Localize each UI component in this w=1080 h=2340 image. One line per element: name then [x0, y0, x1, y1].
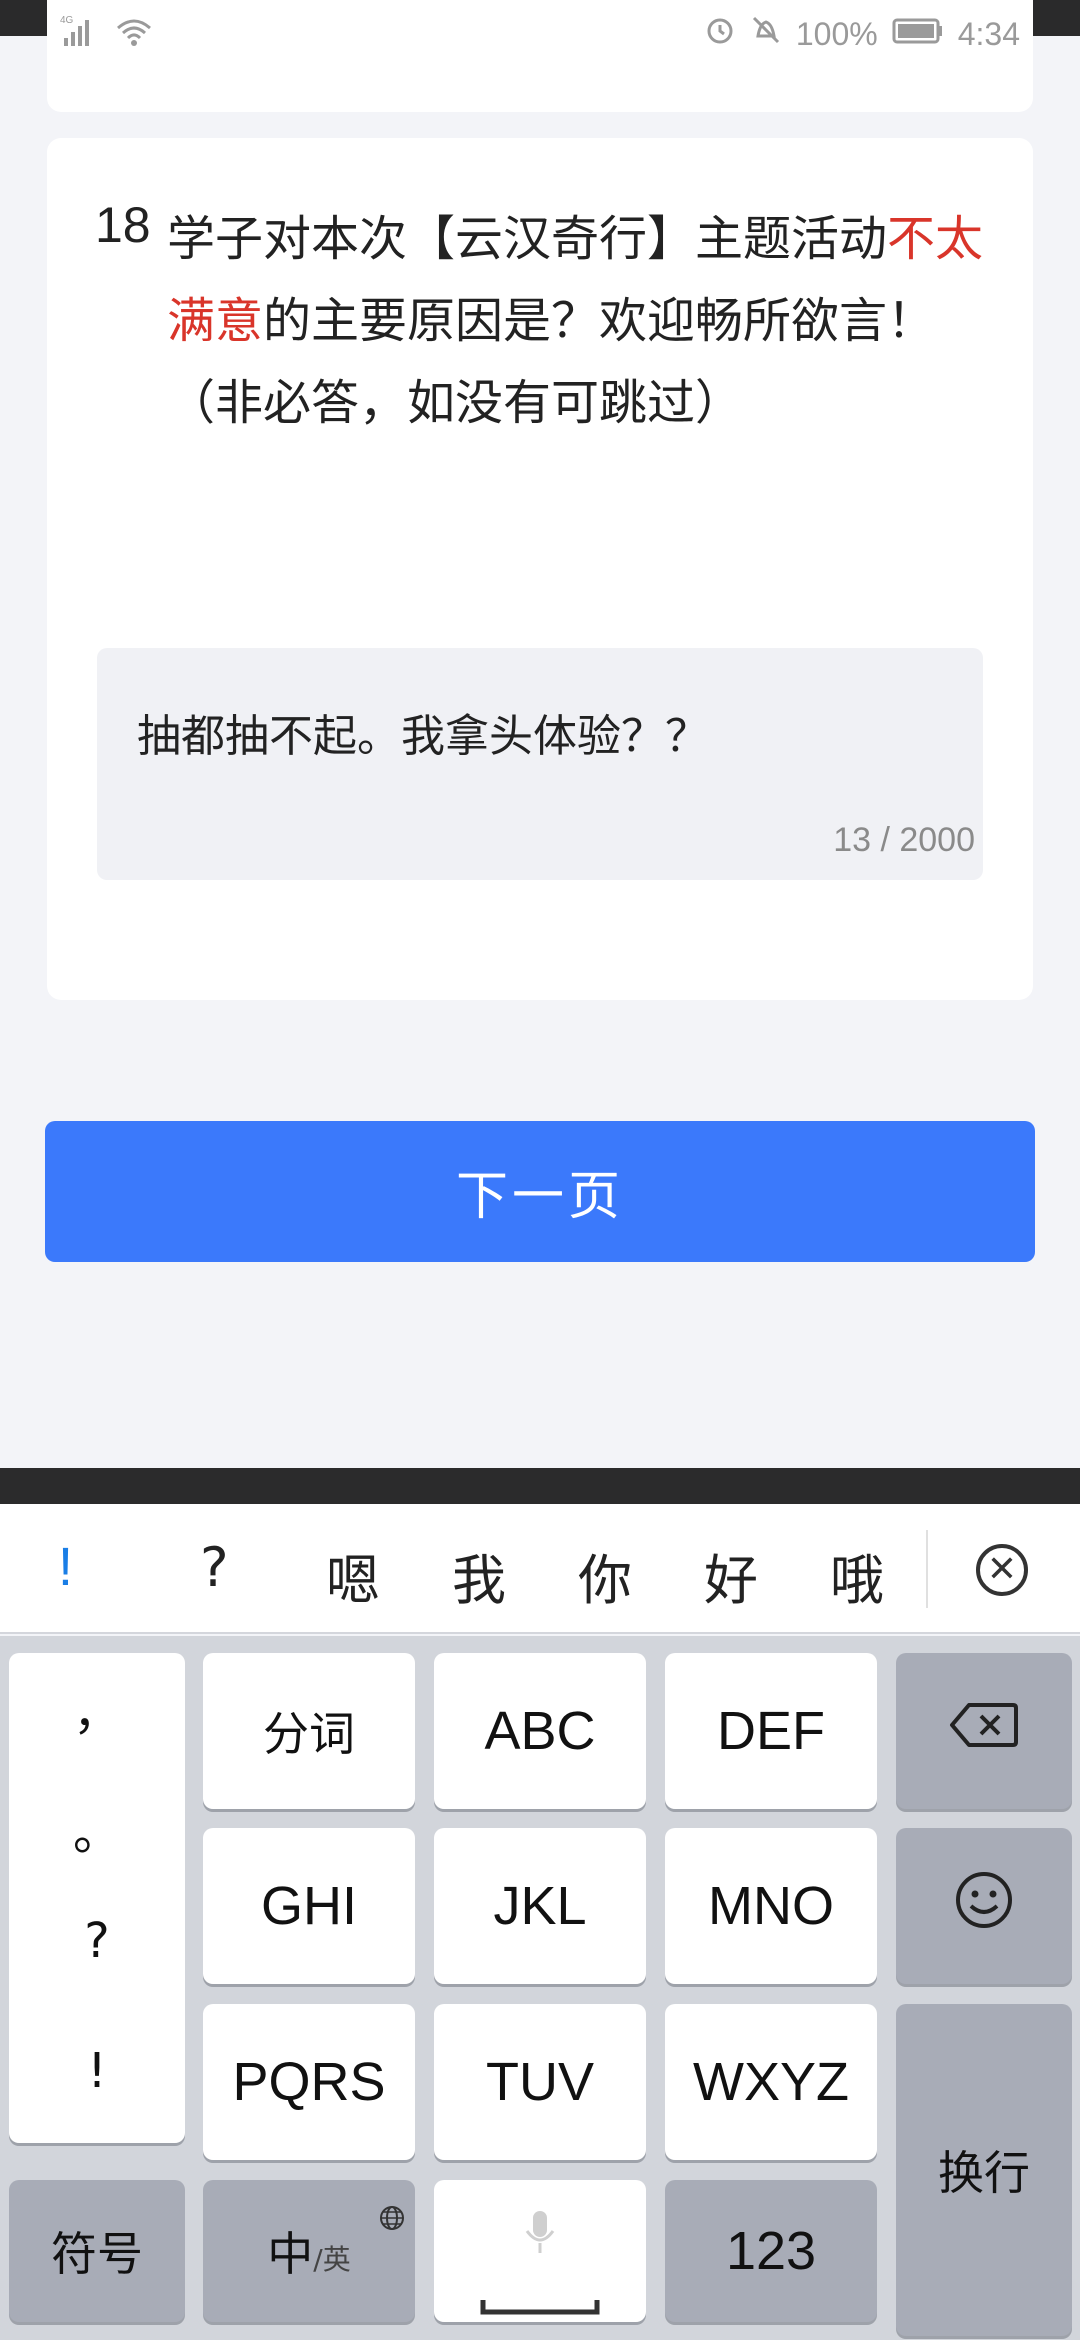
backspace-key[interactable] [896, 1653, 1072, 1809]
candidate-item[interactable]: 嗯 [326, 1536, 380, 1615]
answer-textarea[interactable]: 抽都抽不起。我拿头体验？？ 13 / 2000 [97, 648, 983, 880]
question-title: 学子对本次【云汉奇行】主题活动不太满意的主要原因是？欢迎畅所欲言！（非必答，如没… [167, 198, 987, 444]
key-jkl[interactable]: JKL [434, 1828, 646, 1984]
smiley-icon [954, 1870, 1014, 1943]
lang-main: 中 [267, 2227, 314, 2281]
numbers-key[interactable]: 123 [665, 2180, 877, 2322]
key-wxyz[interactable]: WXYZ [665, 2004, 877, 2160]
enter-key[interactable]: 换行 [896, 2004, 1072, 2336]
space-bar-icon [480, 2268, 600, 2330]
candidate-item[interactable]: 好 [704, 1536, 758, 1615]
backspace-icon [949, 1700, 1019, 1762]
next-page-button[interactable]: 下一页 [45, 1121, 1035, 1262]
punct-exclaim[interactable]: ! [9, 2043, 185, 2099]
signal-icon: 4G [60, 14, 104, 53]
emoji-key[interactable] [896, 1828, 1072, 1984]
punct-comma[interactable]: ， [9, 1673, 185, 1743]
char-counter: 13 / 2000 [833, 821, 975, 859]
punctuation-column[interactable]: ， 。 ? ! [9, 1653, 185, 2143]
wifi-icon [114, 14, 154, 53]
question-text-after: 的主要原因是？欢迎畅所欲言！（非必答，如没有可跳过） [167, 293, 936, 431]
close-candidates-icon[interactable]: ✕ [976, 1544, 1028, 1596]
status-bar: 4G 100% 4:34 [0, 14, 1080, 54]
key-segment[interactable]: 分词 [203, 1653, 415, 1809]
language-switch-key[interactable]: 中/英 [203, 2180, 415, 2322]
microphone-icon [522, 2206, 558, 2268]
network-label: 4G [60, 15, 74, 26]
candidate-divider [926, 1530, 928, 1608]
key-mno[interactable]: MNO [665, 1828, 877, 1984]
answer-text: 抽都抽不起。我拿头体验？？ [137, 711, 709, 762]
candidate-item[interactable]: 我 [452, 1536, 506, 1615]
keyboard-top-bar [0, 1468, 1080, 1504]
key-ghi[interactable]: GHI [203, 1828, 415, 1984]
candidate-item[interactable]: 哦 [830, 1536, 884, 1615]
punct-question[interactable]: ? [9, 1913, 185, 1969]
candidate-item[interactable]: 你 [578, 1536, 632, 1615]
candidate-item[interactable]: ! [58, 1536, 73, 1598]
mute-icon [750, 14, 782, 54]
key-pqrs[interactable]: PQRS [203, 2004, 415, 2160]
question-number: 18 [95, 197, 151, 253]
question-card: 18 学子对本次【云汉奇行】主题活动不太满意的主要原因是？欢迎畅所欲言！（非必答… [47, 138, 1033, 1000]
keyboard: ， 。 ? ! 分词 ABC DEF GHI JKL MNO PQRS TUV … [0, 1636, 1080, 2340]
clock-time: 4:34 [957, 15, 1020, 52]
lang-sub: /英 [313, 2243, 351, 2276]
key-def[interactable]: DEF [665, 1653, 877, 1809]
alarm-icon [704, 14, 736, 54]
question-text-before: 学子对本次【云汉奇行】主题活动 [167, 211, 888, 267]
battery-percent: 100% [795, 15, 878, 52]
key-abc[interactable]: ABC [434, 1653, 646, 1809]
punct-period[interactable]: 。 [9, 1793, 185, 1863]
space-key[interactable] [434, 2180, 646, 2322]
key-tuv[interactable]: TUV [434, 2004, 646, 2160]
candidate-bar: ! ? 嗯 我 你 好 哦 ✕ [0, 1504, 1080, 1634]
battery-icon [892, 16, 944, 53]
symbols-key[interactable]: 符号 [9, 2180, 185, 2322]
globe-icon [379, 2188, 405, 2242]
candidate-item[interactable]: ? [200, 1536, 229, 1599]
